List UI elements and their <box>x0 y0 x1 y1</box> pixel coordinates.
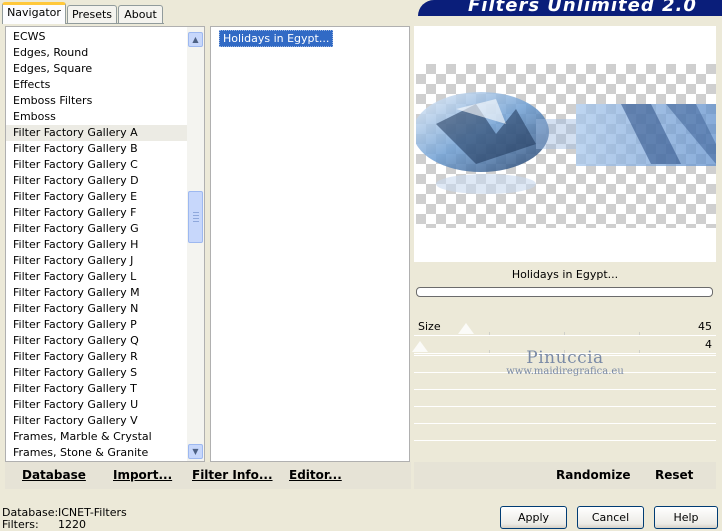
tab-presets[interactable]: Presets <box>67 5 117 23</box>
category-item[interactable]: Filter Factory Gallery E <box>6 189 189 205</box>
category-item[interactable]: Emboss Filters <box>6 93 189 109</box>
category-item[interactable]: Filter Factory Gallery P <box>6 317 189 333</box>
category-item[interactable]: Frames, Stone & Granite <box>6 445 189 461</box>
preview-image <box>413 92 716 194</box>
progress-bar <box>416 287 713 297</box>
filter-item-selected[interactable]: Holidays in Egypt... <box>219 30 334 47</box>
slider-value: 45 <box>698 320 712 333</box>
reset-button[interactable]: Reset <box>655 468 693 482</box>
category-item[interactable]: Filter Factory Gallery H <box>6 237 189 253</box>
preview-filter-name-strip: Holidays in Egypt... <box>414 264 716 286</box>
category-item[interactable]: Filter Factory Gallery F <box>6 205 189 221</box>
category-item[interactable]: Filter Factory Gallery N <box>6 301 189 317</box>
watermark-name: Pinuccia <box>526 348 604 368</box>
status-filters-label: Filters: <box>2 518 39 531</box>
category-scrollbar[interactable]: ▲ ▼ <box>187 27 204 461</box>
status-filters-value: 1220 <box>58 518 86 531</box>
randomize-button[interactable]: Randomize <box>556 468 630 482</box>
category-item[interactable]: Effects <box>6 77 189 93</box>
app-title: Filters Unlimited 2.0 <box>468 0 697 16</box>
category-item[interactable]: Filter Factory Gallery R <box>6 349 189 365</box>
import-button[interactable]: Import... <box>113 468 172 482</box>
category-item[interactable]: Filter Factory Gallery V <box>6 413 189 429</box>
filter-list[interactable]: Holidays in Egypt... <box>210 26 410 462</box>
preview-filter-name: Holidays in Egypt... <box>511 268 619 281</box>
app-banner: Filters Unlimited 2.0 <box>418 0 722 16</box>
category-item[interactable]: Filter Factory Gallery L <box>6 269 189 285</box>
slider-slot <box>414 440 716 456</box>
slider-size[interactable]: Size 45 <box>414 319 716 336</box>
category-item[interactable]: Emboss <box>6 109 189 125</box>
tab-navigator[interactable]: Navigator <box>2 2 66 24</box>
category-item[interactable]: Filter Factory Gallery M <box>6 285 189 301</box>
category-list[interactable]: ECWS Edges, Round Edges, Square Effects Embo… <box>5 26 205 462</box>
category-item[interactable]: Filter Factory Gallery T <box>6 381 189 397</box>
scroll-up-arrow-icon[interactable]: ▲ <box>188 32 203 47</box>
editor-button[interactable]: Editor... <box>289 468 342 482</box>
slider-slot <box>414 389 716 405</box>
category-item[interactable]: Filter Factory Gallery D <box>6 173 189 189</box>
database-button[interactable]: Database <box>22 468 86 482</box>
filter-info-button[interactable]: Filter Info... <box>192 468 273 482</box>
category-item[interactable]: Frames, Marble & Crystal <box>6 429 189 445</box>
category-item[interactable]: ECWS <box>6 29 189 45</box>
category-item[interactable]: Edges, Round <box>6 45 189 61</box>
slider-knob[interactable] <box>458 323 474 334</box>
preview-checkerboard <box>413 64 716 228</box>
category-item[interactable]: Edges, Square <box>6 61 189 77</box>
category-item[interactable]: Filter Factory Gallery U <box>6 397 189 413</box>
category-item[interactable]: Filter Factory Gallery B <box>6 141 189 157</box>
watermark-url: www.maidiregrafica.eu <box>506 366 624 377</box>
apply-button[interactable]: Apply <box>500 506 567 529</box>
category-list-items: ECWS Edges, Round Edges, Square Effects Embo… <box>6 29 189 461</box>
slider-label: Size <box>418 320 441 333</box>
category-item[interactable]: Filter Factory Gallery S <box>6 365 189 381</box>
slider-slot <box>414 406 716 422</box>
category-item[interactable]: Filter Factory Gallery G <box>6 221 189 237</box>
preview-area <box>413 26 716 262</box>
scroll-down-arrow-icon[interactable]: ▼ <box>188 444 203 459</box>
tab-about[interactable]: About <box>118 5 163 23</box>
watermark: Pinuccia www.maidiregrafica.eu <box>420 348 710 377</box>
help-button[interactable]: Help <box>654 506 718 529</box>
cancel-button[interactable]: Cancel <box>577 506 644 529</box>
category-item[interactable]: Filter Factory Gallery A <box>6 125 189 141</box>
category-item[interactable]: Filter Factory Gallery Q <box>6 333 189 349</box>
slider-slot <box>414 423 716 439</box>
category-item[interactable]: Filter Factory Gallery J <box>6 253 189 269</box>
category-item[interactable]: Filter Factory Gallery C <box>6 157 189 173</box>
scrollbar-thumb[interactable] <box>188 191 203 243</box>
